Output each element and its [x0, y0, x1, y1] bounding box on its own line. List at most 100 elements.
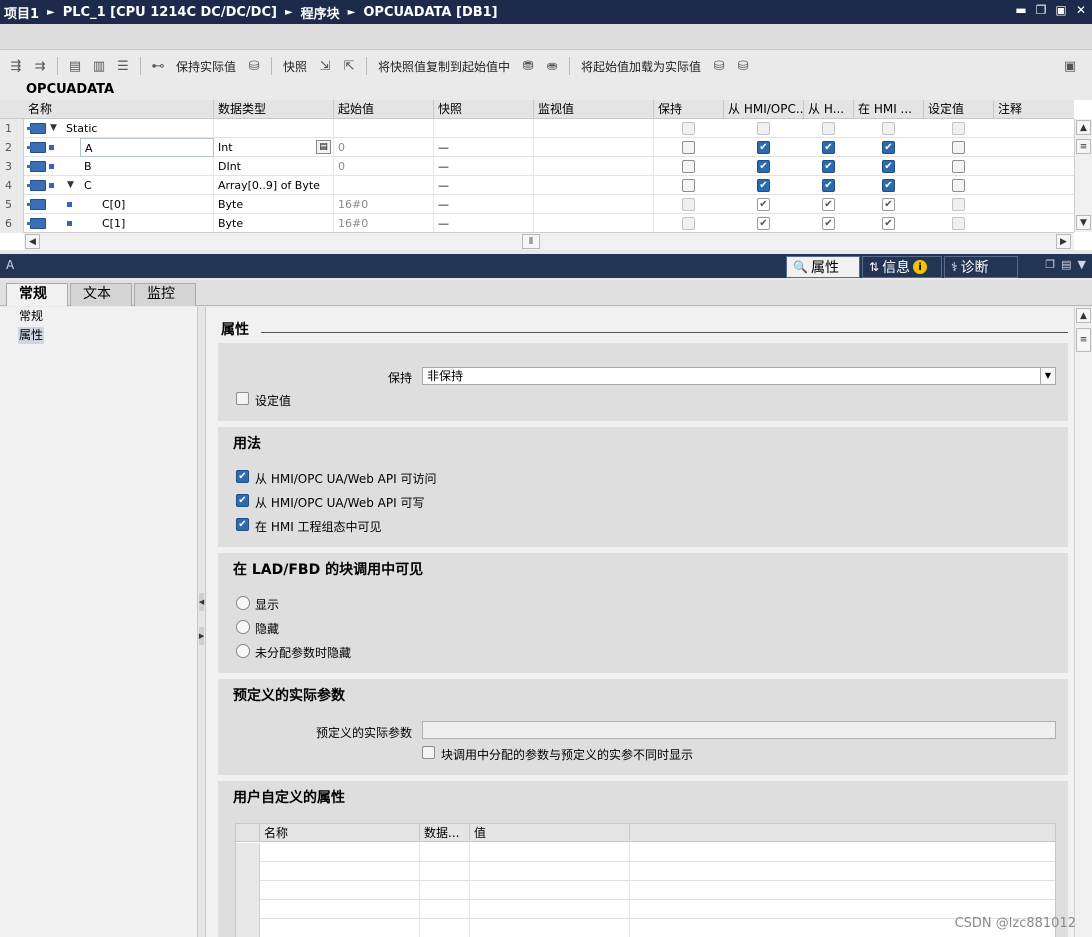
cell-comment[interactable]	[994, 138, 1074, 157]
checkbox-setpoint[interactable]	[952, 122, 965, 135]
cell-comment[interactable]	[994, 157, 1074, 176]
user-col-type[interactable]: 数据...	[420, 824, 470, 842]
col-header-start[interactable]: 起始值	[334, 100, 434, 119]
database-icon[interactable]: ⛁	[244, 56, 264, 76]
show-radio[interactable]	[236, 596, 250, 610]
table-row[interactable]: 1 ▼ Static	[0, 119, 1074, 138]
user-col-value[interactable]: 值	[470, 824, 630, 842]
restore-icon[interactable]: ❐	[1034, 3, 1048, 17]
checkbox-setpoint[interactable]	[952, 141, 965, 154]
table-vertical-scrollbar[interactable]: ▲ ≡ ▼	[1074, 119, 1092, 232]
col-header-hmi-access[interactable]: 从 HMI/OPC..	[724, 100, 804, 119]
cell-type[interactable]: Byte	[214, 195, 334, 214]
user-attr-row[interactable]	[236, 900, 1055, 919]
subtab-monitor[interactable]: 监控	[134, 283, 196, 306]
checkbox-setpoint[interactable]	[952, 198, 965, 211]
user-cell-value[interactable]	[470, 900, 630, 919]
subtab-text[interactable]: 文本	[70, 283, 132, 306]
cell-start-value[interactable]: 16#0	[334, 214, 434, 233]
cell-name[interactable]: A	[80, 138, 214, 157]
user-attr-row[interactable]	[236, 843, 1055, 862]
predef-input[interactable]	[422, 721, 1056, 739]
cell-start-value[interactable]: 16#0	[334, 195, 434, 214]
copy-start-alt-icon[interactable]: ⛂	[542, 56, 562, 76]
add-row-icon[interactable]: ⇉	[30, 56, 50, 76]
checkbox-setpoint[interactable]	[952, 217, 965, 230]
table-row[interactable]: 4 ▼ C Array[0..9] of Byte — ✔ ✔ ✔	[0, 176, 1074, 195]
scroll-up-icon[interactable]: ▲	[1076, 308, 1091, 323]
cell-start-value[interactable]: 0	[334, 138, 434, 157]
tab-diagnostics[interactable]: ⚕ 诊断	[944, 256, 1018, 278]
cell-name[interactable]: Static	[62, 119, 214, 138]
user-cell-value[interactable]	[470, 862, 630, 881]
user-cell-type[interactable]	[420, 919, 470, 937]
table-row[interactable]: 6 C[1] Byte 16#0— ✔ ✔ ✔	[0, 214, 1074, 233]
checkbox-retain[interactable]	[682, 122, 695, 135]
breadcrumb-program-blocks[interactable]: 程序块	[301, 3, 340, 22]
checkbox-hmi-access[interactable]: ✔	[757, 141, 770, 154]
collapse-all-icon[interactable]: ▥	[89, 56, 109, 76]
retain-select[interactable]: 非保持 ▼	[422, 367, 1056, 385]
checkbox-hmi-write[interactable]: ✔	[822, 160, 835, 173]
col-header-retain[interactable]: 保持	[654, 100, 724, 119]
expand-all-icon[interactable]: ▤	[65, 56, 85, 76]
user-cell-type[interactable]	[420, 862, 470, 881]
user-cell-name[interactable]	[260, 862, 420, 881]
table-row[interactable]: 2 A Int ▤ 0— ✔ ✔ ✔	[0, 138, 1074, 157]
setpoint-checkbox[interactable]	[236, 392, 249, 405]
copy-start-icon[interactable]: ⛃	[518, 56, 538, 76]
expand-icon[interactable]: ▼	[50, 123, 57, 133]
checkbox-setpoint[interactable]	[952, 160, 965, 173]
row-number[interactable]: 6	[0, 214, 24, 233]
type-picker-icon[interactable]: ▤	[316, 140, 331, 154]
panel-splitter[interactable]: ◀ ▶	[198, 307, 206, 937]
hmi-write-checkbox[interactable]: ✔	[236, 494, 249, 507]
hide-radio[interactable]	[236, 620, 250, 634]
checkbox-hmi-write[interactable]: ✔	[822, 141, 835, 154]
predef-checkbox[interactable]	[422, 746, 435, 759]
chevron-down-icon[interactable]: ▼	[1040, 368, 1055, 384]
checkbox-hmi-access[interactable]	[757, 122, 770, 135]
row-number[interactable]: 4	[0, 176, 24, 195]
col-header-name[interactable]: 名称	[24, 100, 214, 119]
insert-row-icon[interactable]: ⇶	[6, 56, 26, 76]
tab-properties[interactable]: 🔍 属性	[786, 256, 860, 278]
checkbox-retain[interactable]	[682, 198, 695, 211]
copy-snapshot-button[interactable]: 将快照值复制到起始值中	[374, 58, 514, 75]
cell-comment[interactable]	[994, 214, 1074, 233]
checkbox-hmi-visible[interactable]: ✔	[882, 217, 895, 230]
cell-name[interactable]: C[1]	[98, 214, 214, 233]
cell-comment[interactable]	[994, 119, 1074, 138]
float-window-icon[interactable]: ❐	[1045, 258, 1055, 271]
user-cell-name[interactable]	[260, 881, 420, 900]
row-number[interactable]: 5	[0, 195, 24, 214]
cell-type[interactable]: Array[0..9] of Byte	[214, 176, 334, 195]
checkbox-hmi-visible[interactable]	[882, 122, 895, 135]
close-icon[interactable]: ✕	[1074, 3, 1088, 17]
scroll-thumb-icon[interactable]: ⦀	[522, 234, 540, 249]
user-attr-row[interactable]	[236, 881, 1055, 900]
checkbox-hmi-access[interactable]: ✔	[757, 198, 770, 211]
scroll-down-icon[interactable]: ▼	[1076, 215, 1091, 230]
checkbox-hmi-write[interactable]: ✔	[822, 217, 835, 230]
col-header-type[interactable]: 数据类型	[214, 100, 334, 119]
user-cell-name[interactable]	[260, 900, 420, 919]
splitter-left-icon[interactable]: ◀	[199, 593, 204, 611]
keep-actual-button[interactable]: 保持实际值	[172, 58, 240, 75]
cell-start-value[interactable]	[334, 119, 434, 138]
cell-name[interactable]: C	[80, 176, 214, 195]
user-cell-type[interactable]	[420, 881, 470, 900]
subtab-general[interactable]: 常规	[6, 283, 68, 306]
col-header-comment[interactable]: 注释	[994, 100, 1074, 119]
minimize-icon[interactable]: ▬	[1014, 3, 1028, 17]
scroll-up-icon[interactable]: ▲	[1076, 120, 1091, 135]
row-number[interactable]: 1	[0, 119, 24, 138]
user-cell-name[interactable]	[260, 919, 420, 937]
breadcrumb-project[interactable]: 项目1	[4, 3, 39, 22]
cell-start-value[interactable]	[334, 176, 434, 195]
load-icon[interactable]: ⛁	[709, 56, 729, 76]
scroll-right-icon[interactable]: ▶	[1056, 234, 1071, 249]
checkbox-retain[interactable]	[682, 217, 695, 230]
checkbox-setpoint[interactable]	[952, 179, 965, 192]
splitter-right-icon[interactable]: ▶	[199, 627, 204, 645]
